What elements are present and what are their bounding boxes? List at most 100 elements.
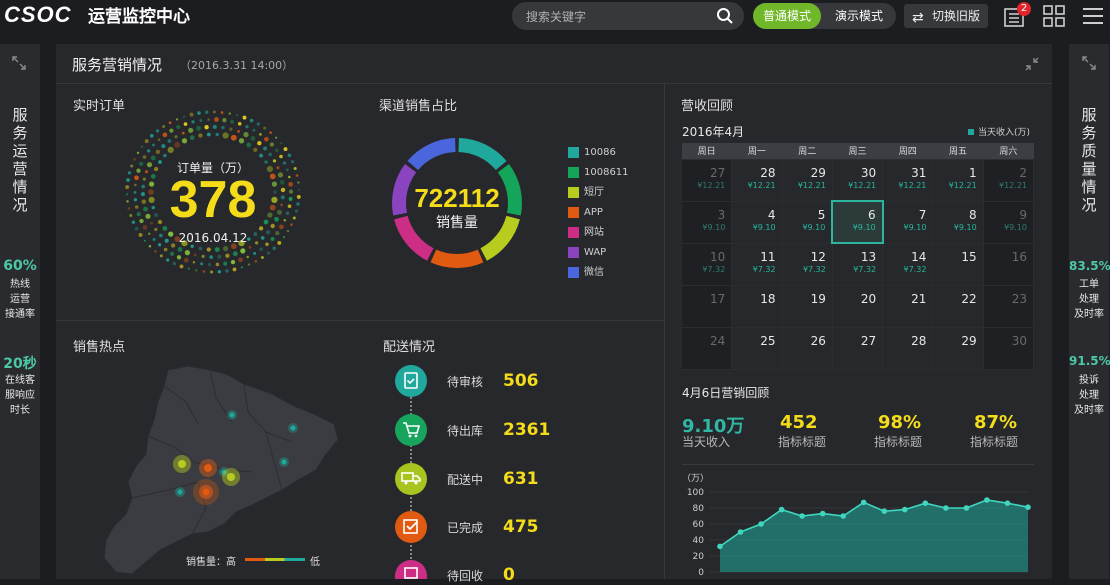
normal-mode-button[interactable]: 普通模式 bbox=[753, 3, 821, 29]
search-input[interactable]: 搜索关键字 bbox=[512, 2, 744, 30]
ring-dot bbox=[230, 259, 236, 265]
calendar-day-number: 11 bbox=[760, 249, 776, 264]
calendar-day-number: 18 bbox=[760, 291, 776, 306]
ring-dot bbox=[134, 175, 139, 181]
calendar-day[interactable]: 20 bbox=[831, 284, 884, 328]
delivery-step-label: 待出库 bbox=[447, 424, 484, 438]
delivery-step-value: 2361 bbox=[503, 420, 551, 440]
ring-dot bbox=[274, 136, 278, 139]
calendar-day[interactable]: 27 bbox=[831, 326, 884, 370]
calendar-day[interactable]: 26 bbox=[781, 326, 833, 370]
ring-dot bbox=[183, 257, 189, 263]
top-bar: CSOC 运营监控中心 搜索关键字 普通模式 演示模式 ⇄ 切换旧版 2 bbox=[0, 0, 1110, 38]
ring-dot bbox=[167, 146, 174, 154]
calendar-day[interactable]: 15 bbox=[932, 242, 984, 286]
collapse-icon[interactable] bbox=[1025, 57, 1039, 71]
calendar-day[interactable]: 30 ¥12.21 bbox=[831, 158, 884, 202]
ring-dot bbox=[256, 122, 260, 126]
calendar-day[interactable]: 19 bbox=[781, 284, 833, 328]
calendar-day[interactable]: 24 bbox=[680, 326, 733, 370]
demo-mode-button[interactable]: 演示模式 bbox=[825, 3, 893, 29]
calendar-day[interactable]: 21 bbox=[882, 284, 934, 328]
calendar-day-revenue: ¥7.32 bbox=[802, 264, 826, 274]
legend-item: 短厅 bbox=[568, 187, 604, 200]
calendar-day[interactable]: 8 ¥9.10 bbox=[932, 200, 984, 244]
calendar-day[interactable]: 29 bbox=[932, 326, 984, 370]
kpi-label: 当天收入 bbox=[682, 435, 731, 449]
calendar-day[interactable]: 17 bbox=[680, 284, 733, 328]
expand-icon[interactable] bbox=[1082, 56, 1096, 70]
ring-dot bbox=[145, 213, 151, 219]
calendar-day[interactable]: 22 bbox=[932, 284, 984, 328]
calendar-day[interactable]: 9 ¥9.10 bbox=[982, 200, 1035, 244]
ring-dot bbox=[159, 254, 163, 258]
kpi-label: 指标标题 bbox=[874, 435, 923, 449]
legend-item: 微信 bbox=[568, 267, 604, 280]
calendar-day[interactable]: 10 ¥7.32 bbox=[680, 242, 733, 286]
ring-dot bbox=[279, 154, 283, 159]
calendar-day-today[interactable]: 6 ¥9.10 bbox=[831, 200, 884, 244]
calendar-day[interactable]: 16 bbox=[982, 242, 1035, 286]
ring-dot bbox=[259, 153, 264, 158]
switch-old-version-button[interactable]: ⇄ 切换旧版 bbox=[904, 4, 988, 28]
ring-dot bbox=[206, 247, 211, 252]
calendar-day[interactable]: 3 ¥9.10 bbox=[680, 200, 733, 244]
calendar-day[interactable]: 11 ¥7.32 bbox=[731, 242, 783, 286]
ring-dot bbox=[240, 248, 246, 254]
calendar-day-number: 8 bbox=[969, 207, 977, 222]
calendar-day[interactable]: 13 ¥7.32 bbox=[831, 242, 884, 286]
ring-dot bbox=[260, 256, 264, 259]
hotspot-marker bbox=[178, 460, 186, 468]
ring-dot bbox=[238, 138, 245, 144]
ring-dot bbox=[270, 237, 275, 241]
calendar-day[interactable]: 14 ¥7.32 bbox=[882, 242, 934, 286]
calendar-day[interactable]: 30 bbox=[982, 326, 1035, 370]
calendar-weekday: 周三 bbox=[832, 143, 883, 159]
calendar-day[interactable]: 29 ¥12.21 bbox=[781, 158, 833, 202]
ring-dot bbox=[214, 247, 220, 252]
ring-dot bbox=[223, 261, 228, 266]
calendar-day[interactable]: 12 ¥7.32 bbox=[781, 242, 833, 286]
calendar-day[interactable]: 18 bbox=[731, 284, 783, 328]
grid-icon[interactable] bbox=[1043, 5, 1065, 27]
ring-dot bbox=[126, 200, 129, 203]
calendar-day-number: 9 bbox=[1019, 207, 1027, 222]
ring-dot bbox=[280, 142, 283, 145]
calendar-day-number: 6 bbox=[867, 208, 876, 222]
calendar-day[interactable]: 23 bbox=[982, 284, 1035, 328]
calendar-day[interactable]: 28 bbox=[882, 326, 934, 370]
main-panel: 服务营销情况 （2016.3.31 14:00） 实时订单 订单量（万） 378… bbox=[56, 44, 1052, 585]
calendar-weekday: 周六 bbox=[983, 143, 1034, 159]
calendar-day[interactable]: 7 ¥9.10 bbox=[882, 200, 934, 244]
ring-dot bbox=[174, 135, 178, 139]
ring-dot bbox=[221, 125, 225, 130]
swap-arrows-icon: ⇄ bbox=[912, 10, 924, 26]
calendar-day[interactable]: 2 ¥12.21 bbox=[982, 158, 1035, 202]
menu-icon[interactable] bbox=[1082, 6, 1104, 26]
calendar-day-number: 15 bbox=[961, 249, 977, 264]
calendar-day[interactable]: 31 ¥12.21 bbox=[882, 158, 934, 202]
y-tick-label: 80 bbox=[693, 504, 705, 514]
calendar-day[interactable]: 28 ¥12.21 bbox=[731, 158, 783, 202]
ring-dot bbox=[181, 131, 185, 135]
ring-dot bbox=[125, 193, 129, 196]
calendar-day[interactable]: 1 ¥12.21 bbox=[932, 158, 984, 202]
search-icon[interactable] bbox=[716, 7, 734, 25]
hotspot-title: 销售热点 bbox=[73, 340, 126, 355]
right-side-panel[interactable]: 服务质量情况 83.5% 工单 处理 及时率 91.5% 投诉 处理 及时率 bbox=[1069, 44, 1110, 579]
left-side-panel[interactable]: 服务运营情况 60% 热线 运营 接通率 20秒 在线客 服响应 时长 bbox=[0, 44, 40, 579]
calendar-day-revenue: ¥12.21 bbox=[898, 180, 927, 190]
calendar-day[interactable]: 25 bbox=[731, 326, 783, 370]
divider bbox=[682, 464, 1034, 465]
ring-dot bbox=[266, 230, 271, 235]
calendar-day[interactable]: 4 ¥9.10 bbox=[731, 200, 783, 244]
online-response-value: 20秒 bbox=[3, 356, 37, 372]
calendar-day-number: 19 bbox=[810, 291, 826, 306]
ring-dot bbox=[198, 246, 203, 251]
expand-icon[interactable] bbox=[12, 56, 26, 70]
calendar-day[interactable]: 5 ¥9.10 bbox=[781, 200, 833, 244]
ring-dot bbox=[217, 254, 222, 259]
ring-dot bbox=[183, 115, 186, 118]
calendar-day[interactable]: 27 ¥12.21 bbox=[680, 158, 733, 202]
hotspot-legend-high: 销售量：高 bbox=[186, 557, 236, 568]
